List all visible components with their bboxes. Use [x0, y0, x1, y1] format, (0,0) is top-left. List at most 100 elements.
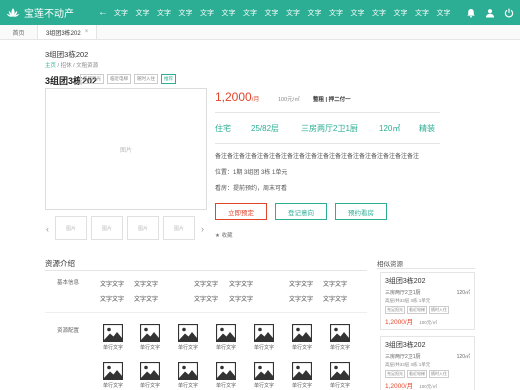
close-icon[interactable]: × — [85, 29, 89, 35]
card-tags: 充足阳光 临近电梯 随时入住 — [385, 370, 470, 378]
breadcrumb-path: / 招休 / 文租资源 — [56, 63, 99, 69]
logo[interactable]: 宝莲不动产 — [6, 5, 94, 20]
facility-label: 单行文字 — [253, 345, 274, 351]
facility-label: 单行文字 — [102, 383, 123, 389]
stat-floor: 25/82层 — [251, 124, 280, 133]
tab-home[interactable]: 首页 — [0, 25, 38, 39]
breadcrumb: 主页 / 招休 / 文租资源 — [45, 61, 98, 69]
top-nav: 文字 文字 文字 文字 文字 文字 文字 文字 文字 文字 文字 文字 文字 文… — [114, 8, 458, 18]
stat-type: 住宅 — [215, 124, 231, 133]
top-bar: 宝莲不动产 ← 文字 文字 文字 文字 文字 文字 文字 文字 文字 文字 文字… — [0, 0, 520, 25]
image-placeholder-icon — [140, 362, 160, 380]
thumbnail[interactable]: 图片 — [91, 216, 123, 240]
facility-item: 单行文字 — [327, 362, 353, 389]
similar-card[interactable]: 3组团3栋202 三房两厅2卫1厨 120㎡ 高层/共33层 3栋 1单元 充足… — [380, 336, 475, 390]
nav-item[interactable]: 文字 — [286, 8, 308, 18]
stat-layout: 三房两厅2卫1厨 — [301, 124, 358, 133]
info-cell: 文字文字 — [100, 282, 125, 288]
price-unit: /月 — [251, 97, 260, 103]
favorite-button[interactable]: ★ 收藏 — [215, 231, 232, 239]
thumbnail[interactable]: 图片 — [163, 216, 195, 240]
info-cell: 文字文字 — [229, 297, 254, 303]
nav-item[interactable]: 文字 — [329, 8, 351, 18]
register-intent-button[interactable]: 登记意向 — [275, 203, 327, 220]
nav-item[interactable]: 文字 — [308, 8, 330, 18]
chevron-right-icon[interactable]: › — [201, 224, 204, 234]
tag: 随时入住 — [429, 306, 449, 314]
nav-item[interactable]: 文字 — [351, 8, 373, 18]
nav-item[interactable]: 文字 — [200, 8, 222, 18]
card-floor: 高层/共33层 3栋 1单元 — [385, 298, 431, 303]
image-placeholder-icon — [216, 324, 236, 342]
facility-label: 单行文字 — [215, 383, 236, 389]
back-arrow-icon[interactable]: ← — [98, 7, 108, 18]
card-area: 120㎡ — [456, 290, 470, 296]
card-price-value: 1,2000/月 — [385, 319, 414, 326]
nav-item[interactable]: 文字 — [136, 8, 158, 18]
tag: 临近电梯 — [407, 370, 427, 378]
nav-item[interactable]: 文字 — [394, 8, 416, 18]
nav-item[interactable]: 文字 — [415, 8, 437, 18]
image-placeholder-icon — [178, 324, 198, 342]
image-placeholder-icon — [254, 324, 274, 342]
top-right-icons — [466, 0, 514, 25]
facility-label: 单行文字 — [329, 383, 350, 389]
nav-item[interactable]: 文字 — [222, 8, 244, 18]
facility-label: 资源配置 — [57, 328, 80, 334]
user-icon[interactable] — [485, 8, 495, 18]
facility-label: 单行文字 — [291, 383, 312, 389]
nav-item[interactable]: 文字 — [243, 8, 265, 18]
nav-item[interactable]: 文字 — [265, 8, 287, 18]
facility-item: 单行文字 — [175, 362, 201, 389]
tab-listing[interactable]: 3组团3栋202 × — [38, 25, 98, 39]
nav-item[interactable]: 文字 — [179, 8, 201, 18]
image-placeholder-icon — [103, 324, 123, 342]
chevron-left-icon[interactable]: ‹ — [46, 224, 49, 234]
power-icon[interactable] — [504, 8, 514, 18]
facility-item: 单行文字 — [100, 324, 126, 351]
book-viewing-button[interactable]: 预约看房 — [335, 203, 387, 220]
info-cell: 文字文字 — [289, 297, 314, 303]
tag: 充足阳光 — [80, 74, 104, 84]
tag: 随时入住 — [429, 370, 449, 378]
thumbnail[interactable]: 图片 — [127, 216, 159, 240]
card-floor: 高层/共33层 3栋 1单元 — [385, 362, 431, 367]
card-sub: 三房两厅2卫1厨 120㎡ — [385, 353, 470, 360]
reserve-button[interactable]: 立即预定 — [215, 203, 267, 220]
card-price: 1,2000/月 100元/㎡ — [385, 380, 470, 390]
nav-item[interactable]: 文字 — [114, 8, 136, 18]
unit-price: 100元/㎡ — [278, 97, 300, 103]
image-placeholder-icon — [178, 362, 198, 380]
tag-recommended: 推荐 — [161, 74, 176, 84]
facility-item: 单行文字 — [213, 324, 239, 351]
card-sub: 三房两厅2卫1厨 120㎡ — [385, 289, 470, 296]
info-cell: 文字文字 — [194, 282, 219, 288]
info-cell: 文字文字 — [100, 297, 125, 303]
divider — [377, 268, 475, 269]
listing-tags: 充足阳光 临近电梯 随时入住 推荐 — [80, 74, 176, 84]
image-placeholder-icon — [330, 324, 350, 342]
facility-label: 单行文字 — [139, 383, 160, 389]
card-price-value: 1,2000/月 — [385, 383, 414, 390]
breadcrumb-home-link[interactable]: 主页 — [45, 63, 56, 69]
app-name: 宝莲不动产 — [24, 9, 74, 20]
nav-item[interactable]: 文字 — [372, 8, 394, 18]
main-image[interactable]: 图片 — [45, 88, 207, 210]
similar-card[interactable]: 3组团3栋202 三房两厅2卫1厨 120㎡ 高层/共33层 3栋 1单元 充足… — [380, 272, 475, 330]
thumbnail[interactable]: 图片 — [55, 216, 87, 240]
nav-item[interactable]: 文字 — [437, 8, 459, 18]
facility-item: 单行文字 — [175, 324, 201, 351]
facility-item: 单行文字 — [100, 362, 126, 389]
card-layout: 三房两厅2卫1厨 — [385, 354, 421, 360]
card-area: 120㎡ — [456, 354, 470, 360]
tag: 临近电梯 — [407, 306, 427, 314]
facility-item: 单行文字 — [289, 362, 315, 389]
description: 备注备注备注备注备注备注备注备注备注备注备注备注备注备注备注备注备注 — [215, 154, 420, 160]
facility-item: 单行文字 — [251, 324, 277, 351]
card-price: 1,2000/月 100元/㎡ — [385, 316, 470, 326]
divider — [45, 312, 367, 313]
bell-icon[interactable] — [466, 8, 476, 18]
price-value: 1,2000 — [215, 90, 252, 104]
info-cell: 文字文字 — [229, 282, 254, 288]
nav-item[interactable]: 文字 — [157, 8, 179, 18]
